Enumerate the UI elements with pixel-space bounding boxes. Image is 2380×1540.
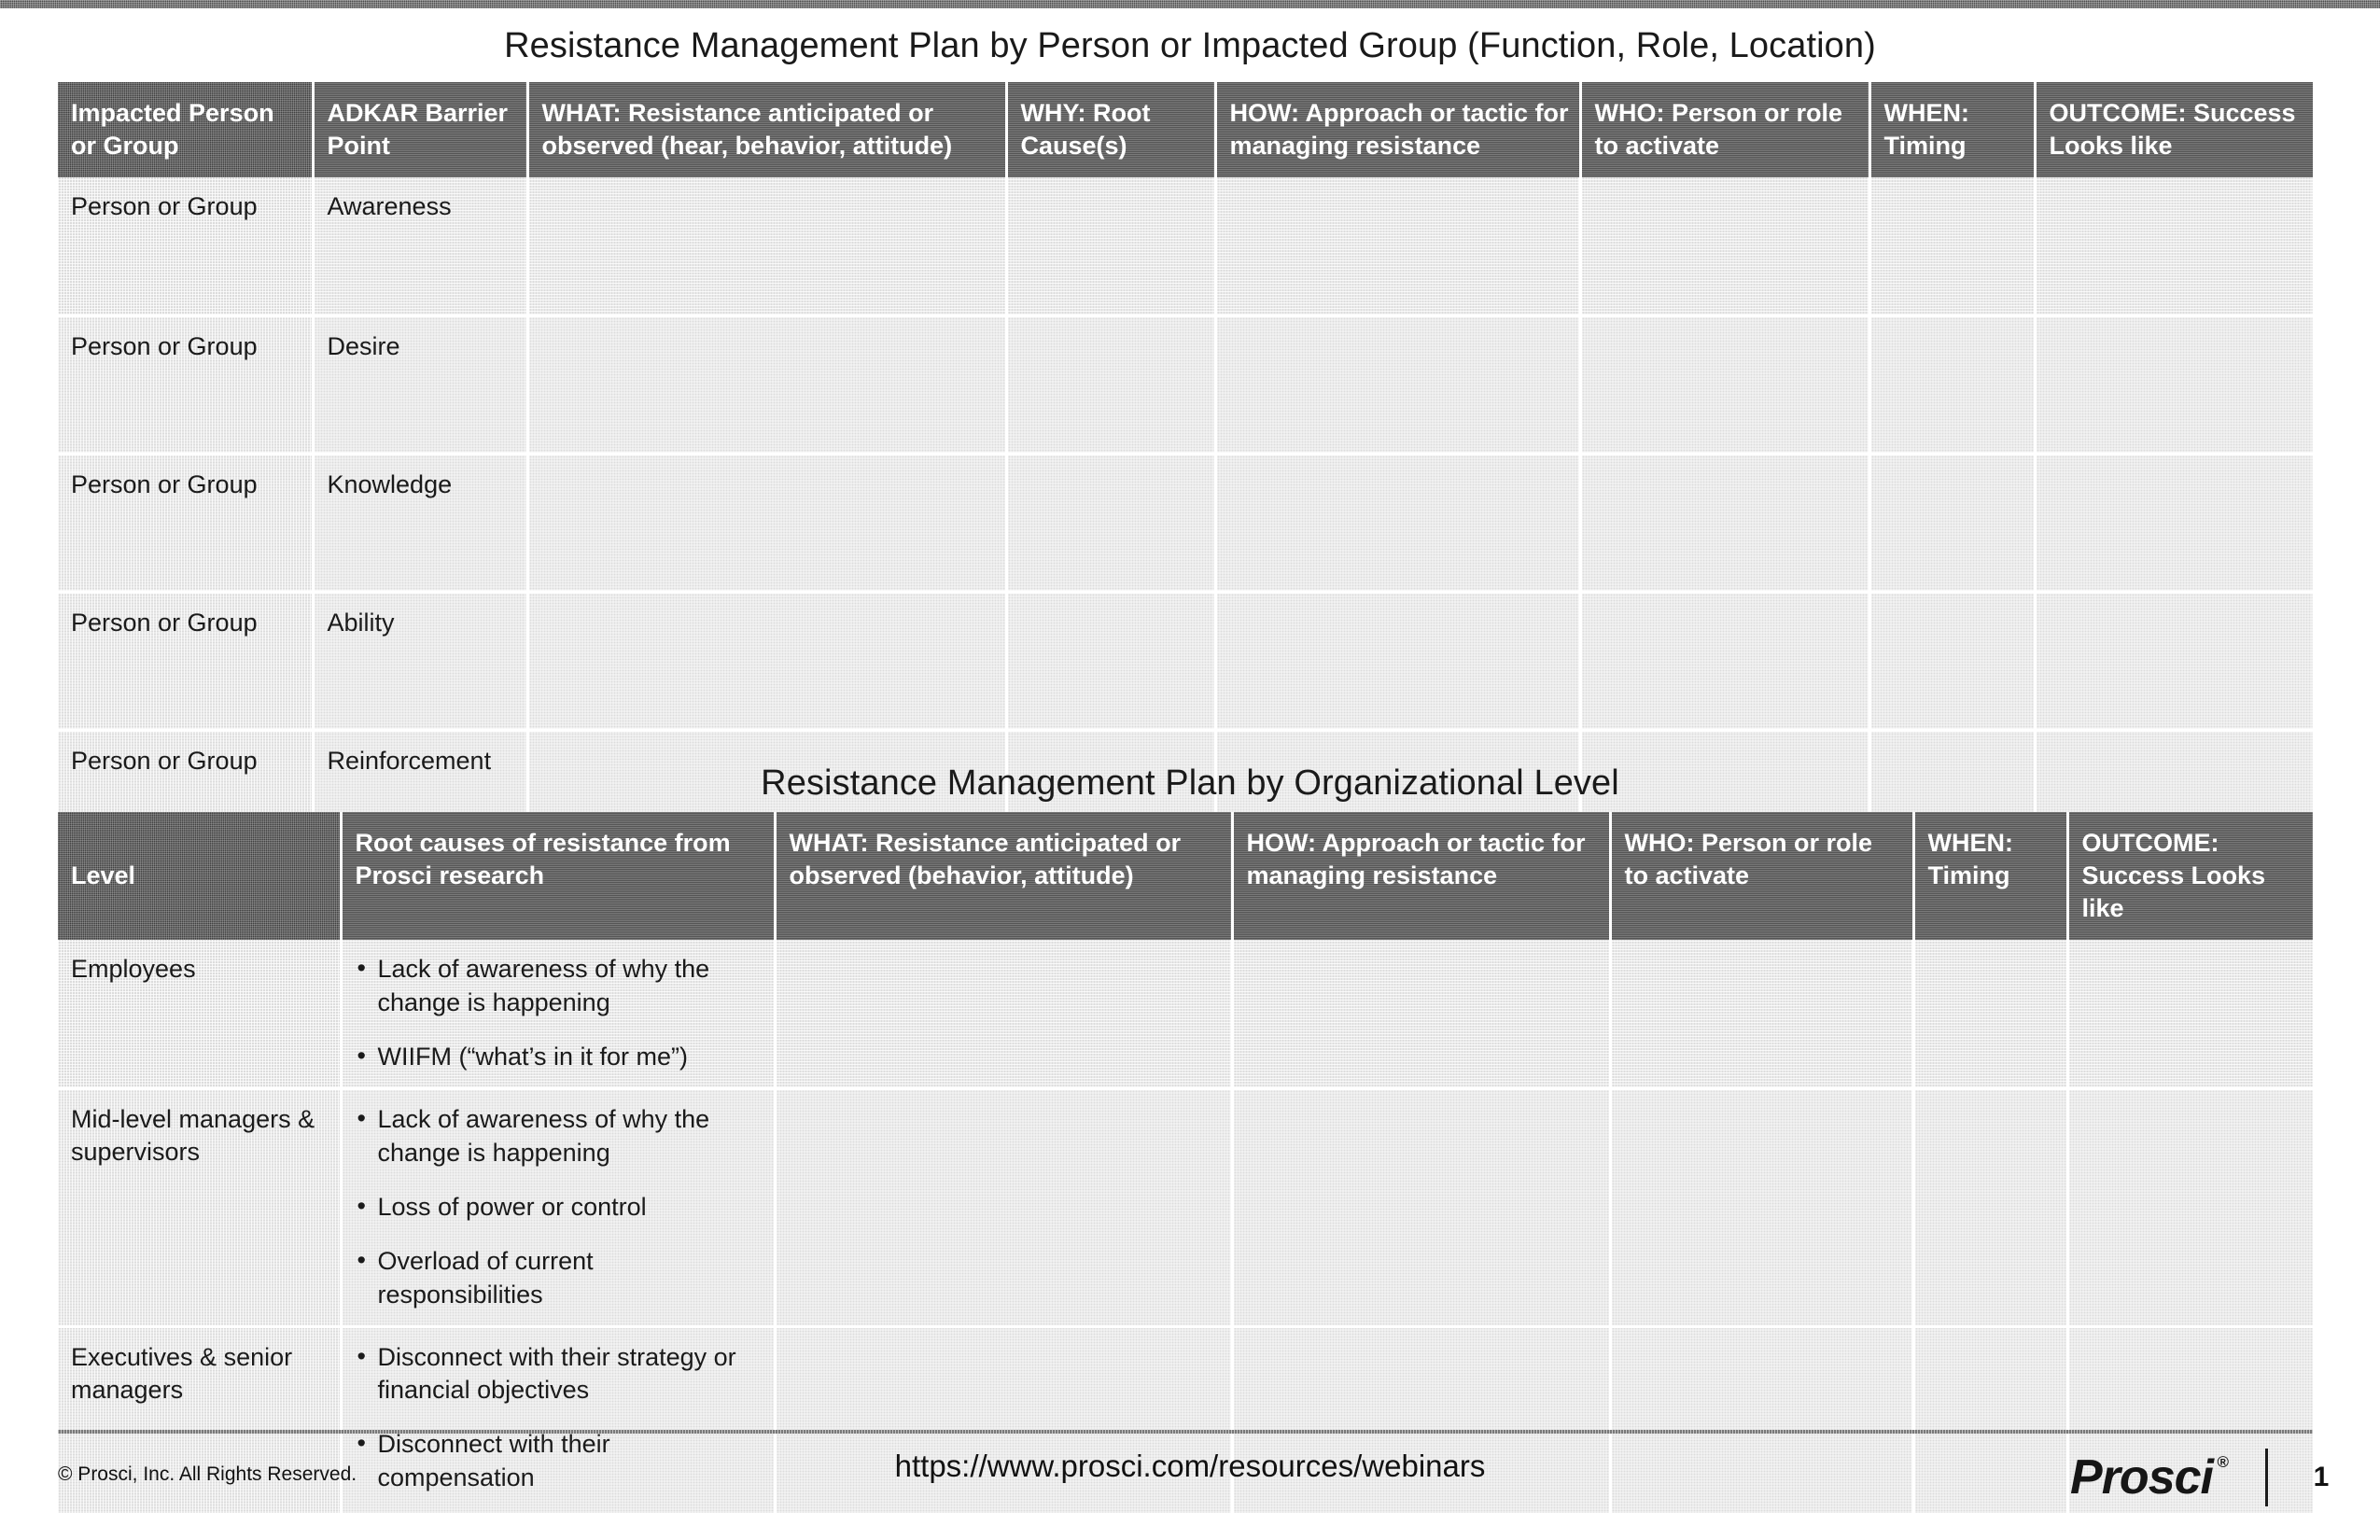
prosci-logo-text: Prosci	[2070, 1450, 2214, 1505]
page-number: 1	[2313, 1462, 2330, 1492]
prosci-logo: Prosci ®	[2070, 1449, 2229, 1505]
cell-outcome[interactable]	[2067, 1088, 2313, 1328]
resistance-plan-by-org-level-table: Level Root causes of resistance from Pro…	[58, 812, 2313, 1514]
column-header-why-root-causes: WHY: Root Cause(s)	[1006, 82, 1217, 178]
root-causes-list: Lack of awareness of why the change is h…	[356, 1102, 764, 1312]
column-header-when-timing: WHEN: Timing	[1913, 812, 2069, 941]
cell-who[interactable]	[1610, 1326, 1915, 1514]
footer-divider-rule	[58, 1430, 2313, 1434]
root-cause-item: Lack of awareness of why the change is h…	[356, 1102, 764, 1170]
cell-how[interactable]	[1232, 940, 1612, 1091]
root-cause-item: Overload of current responsibilities	[356, 1244, 764, 1312]
cell-who[interactable]	[1580, 454, 1871, 594]
cell-how[interactable]	[1232, 1088, 1612, 1328]
cell-level[interactable]: Employees	[58, 940, 343, 1091]
cell-what[interactable]	[775, 1326, 1234, 1514]
table-1-header-row: Impacted Person or Group ADKAR Barrier P…	[58, 82, 2313, 178]
cell-what[interactable]	[775, 1088, 1234, 1328]
root-cause-item: Loss of power or control	[356, 1190, 764, 1225]
footer-brand-area: Prosci ® 1	[2070, 1445, 2331, 1510]
cell-who[interactable]	[1580, 177, 1871, 317]
table-row[interactable]: Person or Group Knowledge	[58, 454, 2313, 594]
column-header-how-approach: HOW: Approach or tactic for managing res…	[1215, 82, 1582, 178]
column-header-who-person-role: WHO: Person or role to activate	[1580, 82, 1871, 178]
cell-who[interactable]	[1610, 1088, 1915, 1328]
webinars-url[interactable]: https://www.prosci.com/resources/webinar…	[0, 1449, 2380, 1484]
table-row[interactable]: Person or Group Awareness	[58, 177, 2313, 317]
top-accent-bar	[0, 0, 2380, 8]
cell-what[interactable]	[527, 315, 1008, 455]
cell-adkar-barrier[interactable]: Knowledge	[313, 454, 529, 594]
cell-who[interactable]	[1610, 940, 1915, 1091]
cell-root-causes[interactable]: Lack of awareness of why the change is h…	[341, 1088, 777, 1328]
cell-how[interactable]	[1215, 315, 1582, 455]
table-row[interactable]: Employees Lack of awareness of why the c…	[58, 940, 2313, 1091]
cell-root-causes[interactable]: Lack of awareness of why the change is h…	[341, 940, 777, 1091]
cell-adkar-barrier[interactable]: Awareness	[313, 177, 529, 317]
cell-impacted-group[interactable]: Person or Group	[58, 315, 315, 455]
root-causes-list: Lack of awareness of why the change is h…	[356, 952, 764, 1074]
cell-when[interactable]	[1913, 1088, 2069, 1328]
cell-level[interactable]: Mid-level managers & supervisors	[58, 1088, 343, 1328]
cell-who[interactable]	[1580, 592, 1871, 732]
cell-what[interactable]	[527, 454, 1008, 594]
table-2-header-row: Level Root causes of resistance from Pro…	[58, 812, 2313, 941]
cell-impacted-group[interactable]: Person or Group	[58, 592, 315, 732]
cell-outcome[interactable]	[2035, 315, 2313, 455]
cell-when[interactable]	[1869, 315, 2037, 455]
column-header-level: Level	[58, 812, 343, 941]
cell-impacted-group[interactable]: Person or Group	[58, 454, 315, 594]
table-2-title: Resistance Management Plan by Organizati…	[761, 763, 1619, 803]
column-header-adkar-barrier-point: ADKAR Barrier Point	[313, 82, 529, 178]
cell-when[interactable]	[1869, 454, 2037, 594]
cell-why[interactable]	[1006, 592, 1217, 732]
table-row[interactable]: Person or Group Desire	[58, 315, 2313, 455]
table-row[interactable]: Mid-level managers & supervisors Lack of…	[58, 1088, 2313, 1328]
cell-outcome[interactable]	[2035, 592, 2313, 732]
column-header-outcome-success: OUTCOME: Success Looks like	[2035, 82, 2313, 177]
table-row[interactable]: Person or Group Ability	[58, 592, 2313, 732]
cell-what[interactable]	[527, 592, 1008, 732]
resistance-plan-by-person-table: Impacted Person or Group ADKAR Barrier P…	[58, 82, 2313, 869]
cell-how[interactable]	[1215, 592, 1582, 732]
cell-adkar-barrier[interactable]: Desire	[313, 315, 529, 455]
cell-what[interactable]	[527, 177, 1008, 317]
root-cause-item: Lack of awareness of why the change is h…	[356, 952, 764, 1020]
column-header-outcome-success: OUTCOME: Success Looks like	[2067, 812, 2313, 940]
column-header-root-causes-prosci-research: Root causes of resistance from Prosci re…	[341, 812, 777, 941]
cell-why[interactable]	[1006, 454, 1217, 594]
column-header-what-resistance: WHAT: Resistance anticipated or observed…	[775, 812, 1234, 941]
table-row[interactable]: Executives & senior managers Disconnect …	[58, 1326, 2313, 1514]
cell-when[interactable]	[1869, 592, 2037, 732]
root-cause-item: Disconnect with their strategy or financ…	[356, 1340, 764, 1408]
cell-outcome[interactable]	[2035, 177, 2313, 317]
cell-why[interactable]	[1006, 177, 1217, 317]
registered-trademark-icon: ®	[2217, 1453, 2228, 1471]
cell-outcome[interactable]	[2035, 454, 2313, 594]
column-header-how-approach: HOW: Approach or tactic for managing res…	[1232, 812, 1612, 941]
cell-root-causes[interactable]: Disconnect with their strategy or financ…	[341, 1326, 777, 1514]
cell-why[interactable]	[1006, 315, 1217, 455]
table-1-title: Resistance Management Plan by Person or …	[504, 26, 1876, 65]
cell-adkar-barrier[interactable]: Ability	[313, 592, 529, 732]
column-header-impacted-person-or-group: Impacted Person or Group	[58, 82, 315, 178]
column-header-who-person-role: WHO: Person or role to activate	[1610, 812, 1915, 941]
cell-how[interactable]	[1232, 1326, 1612, 1514]
cell-how[interactable]	[1215, 177, 1582, 317]
cell-what[interactable]	[775, 940, 1234, 1091]
cell-when[interactable]	[1913, 1326, 2069, 1514]
cell-when[interactable]	[1913, 940, 2069, 1091]
cell-how[interactable]	[1215, 454, 1582, 594]
footer-vertical-divider	[2265, 1449, 2268, 1506]
cell-impacted-group[interactable]: Person or Group	[58, 177, 315, 317]
column-header-what-resistance: WHAT: Resistance anticipated or observed…	[527, 82, 1008, 178]
root-cause-item: WIIFM (“what’s in it for me”)	[356, 1040, 764, 1074]
cell-who[interactable]	[1580, 315, 1871, 455]
cell-outcome[interactable]	[2067, 940, 2313, 1091]
column-header-when-timing: WHEN: Timing	[1869, 82, 2037, 178]
cell-when[interactable]	[1869, 177, 2037, 317]
